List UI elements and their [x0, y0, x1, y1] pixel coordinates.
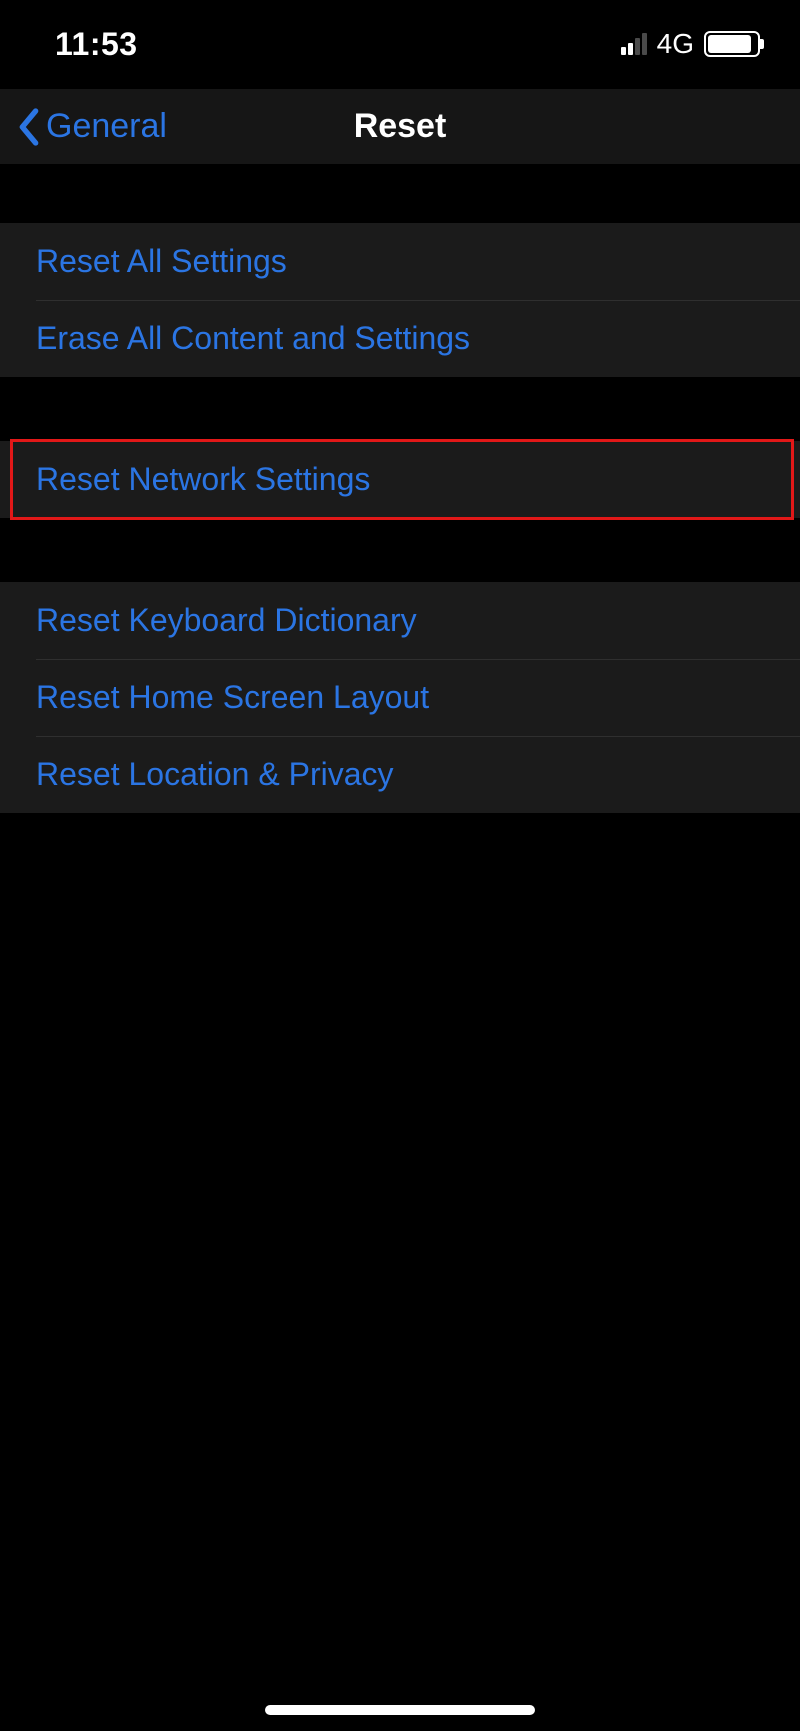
home-indicator[interactable] — [265, 1705, 535, 1715]
nav-bar: General Reset — [0, 88, 800, 164]
row-label: Erase All Content and Settings — [36, 320, 470, 357]
settings-group-3: Reset Keyboard Dictionary Reset Home Scr… — [0, 582, 800, 813]
row-reset-home-screen-layout[interactable]: Reset Home Screen Layout — [0, 659, 800, 736]
signal-icon — [621, 33, 647, 55]
chevron-left-icon — [16, 107, 42, 147]
row-reset-all-settings[interactable]: Reset All Settings — [0, 223, 800, 300]
row-reset-location-privacy[interactable]: Reset Location & Privacy — [0, 736, 800, 813]
row-erase-all-content[interactable]: Erase All Content and Settings — [0, 300, 800, 377]
status-bar: 11:53 4G — [0, 0, 800, 88]
row-reset-keyboard-dictionary[interactable]: Reset Keyboard Dictionary — [0, 582, 800, 659]
back-label: General — [46, 107, 167, 146]
page-title: Reset — [354, 107, 447, 146]
row-label: Reset Home Screen Layout — [36, 679, 429, 716]
back-button[interactable]: General — [16, 107, 167, 147]
settings-group-1: Reset All Settings Erase All Content and… — [0, 223, 800, 377]
network-label: 4G — [657, 28, 694, 60]
row-label: Reset Keyboard Dictionary — [36, 602, 417, 639]
status-time: 11:53 — [55, 26, 138, 63]
row-label: Reset Network Settings — [36, 461, 370, 498]
row-reset-network-settings[interactable]: Reset Network Settings — [0, 441, 800, 518]
battery-icon — [704, 31, 760, 57]
row-label: Reset Location & Privacy — [36, 756, 394, 793]
settings-group-2: Reset Network Settings — [0, 441, 800, 518]
row-label: Reset All Settings — [36, 243, 287, 280]
status-right: 4G — [621, 28, 760, 60]
